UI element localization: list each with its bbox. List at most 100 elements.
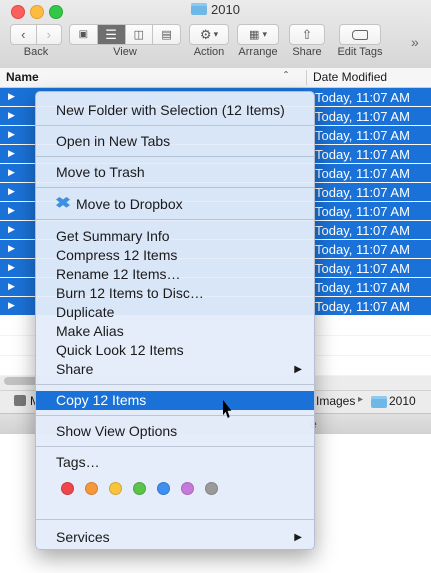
row-date: Today, 11:07 AM	[315, 223, 410, 238]
menu-item-copy[interactable]: Copy 12 Items	[36, 391, 314, 410]
menu-item-new-folder-with-selection[interactable]: New Folder with Selection (12 Items)	[36, 101, 314, 120]
menu-item-open-in-new-tabs[interactable]: Open in New Tabs	[36, 132, 314, 151]
menu-item-duplicate[interactable]: Duplicate	[36, 303, 314, 322]
row-date: Today, 11:07 AM	[315, 147, 410, 162]
menu-item-get-summary-info[interactable]: Get Summary Info	[36, 227, 314, 246]
forward-button[interactable]: ›	[37, 25, 62, 44]
menu-separator	[36, 219, 314, 220]
chevron-down-icon: ▾	[213, 29, 219, 39]
menu-item-services[interactable]: Services ▶	[36, 528, 314, 547]
back-label: Back	[23, 46, 49, 58]
folder-icon	[191, 3, 208, 15]
grid-icon: ▣	[78, 29, 89, 40]
menu-item-move-to-trash[interactable]: Move to Trash	[36, 163, 314, 182]
menu-item-tags[interactable]: Tags…	[36, 453, 314, 472]
back-forward-control: ‹ ›	[10, 24, 62, 45]
path-item-images[interactable]: Images	[316, 394, 355, 408]
menu-separator	[36, 125, 314, 126]
view-label: View	[113, 46, 137, 58]
row-date: Today, 11:07 AM	[315, 280, 410, 295]
menu-item-label: Move to Dropbox	[76, 196, 183, 212]
path-separator-icon: ▸	[358, 394, 364, 405]
action-label: Action	[193, 46, 225, 58]
disclosure-triangle-icon[interactable]: ▶	[8, 110, 15, 121]
date-modified-column-header[interactable]: Date Modified	[306, 70, 387, 85]
context-menu: New Folder with Selection (12 Items) Ope…	[35, 91, 315, 550]
share-button[interactable]: ⇧	[289, 24, 325, 45]
submenu-arrow-icon: ▶	[294, 364, 302, 375]
view-segmented-control: ▣ ☰ ◫ ▤	[69, 24, 181, 45]
folder-icon	[371, 396, 387, 408]
tag-icon	[352, 29, 368, 40]
disclosure-triangle-icon[interactable]: ▶	[8, 300, 15, 311]
row-date: Today, 11:07 AM	[315, 185, 410, 200]
menu-item-show-view-options[interactable]: Show View Options	[36, 422, 314, 441]
disclosure-triangle-icon[interactable]: ▶	[8, 129, 15, 140]
menu-separator	[36, 519, 314, 520]
row-date: Today, 11:07 AM	[315, 90, 410, 105]
name-column-header[interactable]: Name	[6, 70, 39, 84]
row-date: Today, 11:07 AM	[315, 109, 410, 124]
disclosure-triangle-icon[interactable]: ▶	[8, 205, 15, 216]
list-view-button[interactable]: ☰	[97, 25, 126, 44]
chevron-left-icon: ‹	[21, 27, 26, 42]
submenu-arrow-icon: ▶	[294, 532, 302, 543]
cover-flow-button[interactable]: ▤	[153, 25, 180, 44]
edit-tags-label: Edit Tags	[337, 46, 383, 58]
chevron-down-icon: ▾	[262, 29, 267, 39]
row-date: Today, 11:07 AM	[315, 204, 410, 219]
column-view-button[interactable]: ◫	[126, 25, 154, 44]
disclosure-triangle-icon[interactable]: ▶	[8, 148, 15, 159]
edit-tags-button[interactable]	[339, 24, 381, 45]
list-icon: ☰	[105, 26, 117, 42]
disclosure-triangle-icon[interactable]: ▶	[8, 281, 15, 292]
disclosure-triangle-icon[interactable]: ▶	[8, 91, 15, 102]
tag-red-button[interactable]	[61, 482, 74, 495]
cover-flow-icon: ▤	[161, 29, 172, 41]
disclosure-triangle-icon[interactable]: ▶	[8, 262, 15, 273]
menu-item-label: Share	[56, 361, 94, 377]
gear-icon: ⚙	[199, 26, 212, 42]
menu-item-make-alias[interactable]: Make Alias	[36, 322, 314, 341]
tag-green-button[interactable]	[133, 482, 146, 495]
menu-item-compress[interactable]: Compress 12 Items	[36, 246, 314, 265]
disclosure-triangle-icon[interactable]: ▶	[8, 186, 15, 197]
action-button[interactable]: ⚙ ▾	[189, 24, 229, 45]
arrange-icon: ▦	[249, 29, 260, 41]
path-item-current[interactable]: 2010	[389, 394, 416, 408]
row-date: Today, 11:07 AM	[315, 242, 410, 257]
arrange-button[interactable]: ▦ ▾	[237, 24, 279, 45]
tag-purple-button[interactable]	[181, 482, 194, 495]
toolbar-overflow-button[interactable]: »	[411, 34, 419, 50]
window-title-group: 2010	[0, 2, 431, 17]
tag-yellow-button[interactable]	[109, 482, 122, 495]
hard-drive-icon	[14, 395, 26, 406]
tag-blue-button[interactable]	[157, 482, 170, 495]
menu-separator	[36, 384, 314, 385]
row-date: Today, 11:07 AM	[315, 166, 410, 181]
menu-item-share[interactable]: Share ▶	[36, 360, 314, 379]
disclosure-triangle-icon[interactable]: ▶	[8, 167, 15, 178]
title-bar: 2010 ‹ › Back ▣ ☰ ◫ ▤ View ⚙ ▾ Action ▦ ▾ …	[0, 0, 431, 69]
disclosure-triangle-icon[interactable]: ▶	[8, 224, 15, 235]
sort-ascending-icon: ˆ	[284, 69, 288, 83]
menu-item-rename[interactable]: Rename 12 Items…	[36, 265, 314, 284]
share-icon: ⇧	[301, 26, 313, 42]
menu-separator	[36, 415, 314, 416]
window-title: 2010	[211, 2, 240, 17]
tag-orange-button[interactable]	[85, 482, 98, 495]
share-label: Share	[292, 46, 322, 58]
row-date: Today, 11:07 AM	[315, 261, 410, 276]
menu-separator	[36, 156, 314, 157]
tag-gray-button[interactable]	[205, 482, 218, 495]
menu-item-move-to-dropbox[interactable]: Move to Dropbox	[36, 195, 314, 214]
icon-view-button[interactable]: ▣	[70, 25, 98, 44]
row-date: Today, 11:07 AM	[315, 128, 410, 143]
disclosure-triangle-icon[interactable]: ▶	[8, 243, 15, 254]
column-header: Name ˆ Date Modified	[0, 68, 431, 88]
menu-item-burn-to-disc[interactable]: Burn 12 Items to Disc…	[36, 284, 314, 303]
columns-icon: ◫	[133, 29, 145, 41]
row-date: Today, 11:07 AM	[315, 299, 410, 314]
back-button[interactable]: ‹	[11, 25, 37, 44]
menu-item-quick-look[interactable]: Quick Look 12 Items	[36, 341, 314, 360]
